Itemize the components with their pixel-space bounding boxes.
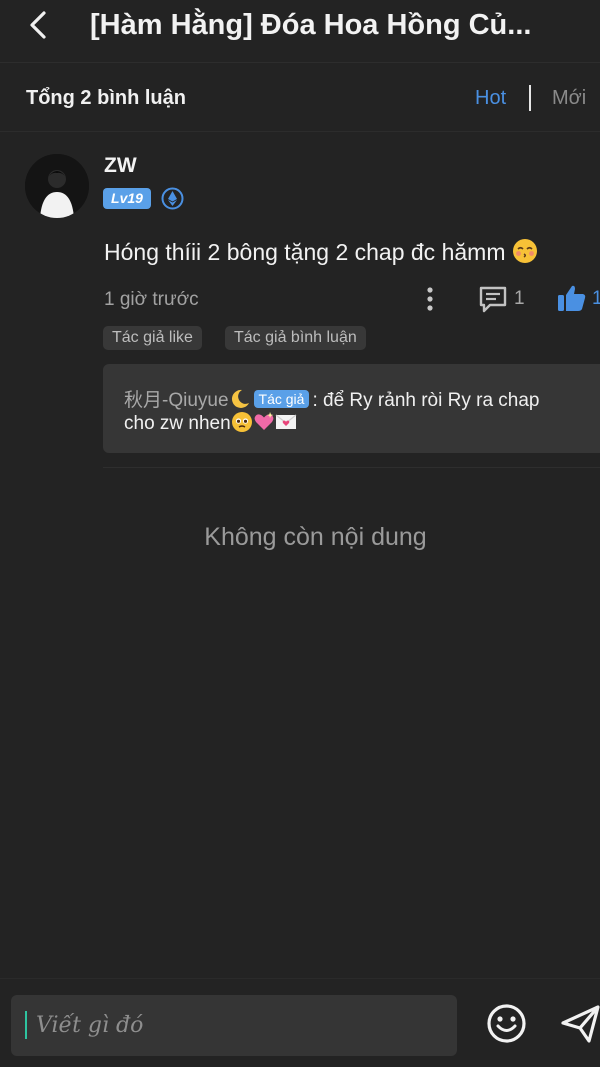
comment-input-placeholder: Viết gì đó (36, 1013, 144, 1038)
comment-body: Hóng thíii 2 bông tặng 2 chap đc hămm (104, 238, 538, 266)
comment-input[interactable]: Viết gì đó (11, 995, 457, 1056)
author-badge: Tác giả (253, 390, 310, 408)
chevron-left-icon[interactable] (22, 8, 56, 42)
smiley-icon[interactable] (486, 1003, 527, 1044)
comment-total: Tổng 2 bình luận (26, 87, 186, 109)
kissing-face-icon (512, 239, 537, 263)
reply-line-1: 秋月-Qiuyue Tác giả: để Ry rảnh ròi Ry ra … (124, 385, 540, 412)
more-vertical-icon[interactable] (420, 286, 440, 312)
comment-username[interactable]: ZW (104, 154, 137, 178)
author-liked-tag: Tác giả like (103, 326, 202, 350)
section-divider (103, 467, 600, 468)
avatar[interactable] (25, 154, 89, 218)
footer-divider (0, 978, 600, 979)
crescent-moon-icon (231, 389, 249, 408)
reply-button[interactable]: 1 (478, 284, 534, 314)
thumbs-up-icon (558, 285, 586, 311)
comment-text: Hóng thíii 2 bông tặng 2 chap đc hămm (104, 239, 506, 265)
reply-count: 1 (514, 288, 525, 309)
comments-toolbar: Tổng 2 bình luận Hot Mới (0, 63, 600, 132)
top-bar: [Hàm Hằng] Đóa Hoa Hồng Củ... (0, 0, 600, 63)
comment-timestamp: 1 giờ trước (104, 289, 199, 310)
text-caret (25, 1011, 27, 1039)
send-icon[interactable] (560, 1003, 600, 1045)
level-badge: Lv19 (103, 188, 151, 209)
sort-new-tab[interactable]: Mới (552, 87, 586, 110)
pleading-face-icon (231, 412, 252, 432)
like-button[interactable]: 1 (556, 282, 600, 314)
comment-icon (479, 286, 507, 313)
reply-text-1: : để Ry rảnh ròi Ry ra chap (312, 390, 540, 411)
reply-author-name[interactable]: 秋月-Qiuyue (124, 390, 229, 411)
page-title: [Hàm Hằng] Đóa Hoa Hồng Củ... (90, 9, 532, 41)
author-reply[interactable]: 秋月-Qiuyue Tác giả: để Ry rảnh ròi Ry ra … (103, 364, 600, 453)
reply-line-2: cho zw nhen (124, 411, 297, 435)
ethereum-rank-icon (161, 187, 184, 210)
end-of-content-label: Không còn nội dung (204, 523, 427, 551)
sparkling-heart-icon (254, 412, 274, 430)
user-photo-icon (25, 154, 89, 218)
sort-hot-tab[interactable]: Hot (475, 87, 506, 110)
reply-text-2: cho zw nhen (124, 413, 231, 434)
sort-divider (529, 85, 531, 111)
like-count: 1 (592, 288, 600, 309)
love-letter-icon (275, 414, 297, 429)
author-commented-tag: Tác giả bình luận (225, 326, 366, 350)
